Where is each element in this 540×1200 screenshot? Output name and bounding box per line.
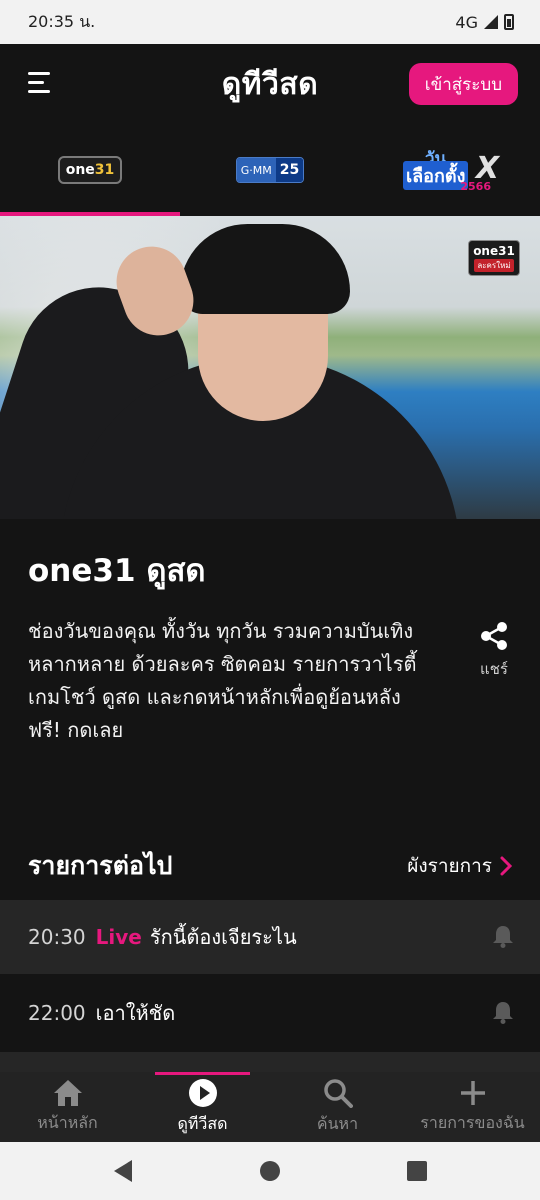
tab-channel-election[interactable]: วัน เลือกตั้ง X 2566 — [360, 124, 540, 216]
program-title: เอาให้ชัด — [95, 1001, 176, 1025]
upcoming-header: รายการต่อไป ผังรายการ — [0, 846, 540, 886]
bell-icon[interactable] — [492, 924, 514, 948]
live-video-player[interactable]: one31 ละครใหม่ — [0, 216, 540, 519]
one31-logo-icon: one 31 — [58, 156, 122, 184]
status-time: 20:35 น. — [28, 11, 96, 31]
gmm25-logo-icon: G·MM 25 — [235, 157, 305, 183]
share-icon — [481, 622, 507, 650]
program-time: 20:30 — [28, 925, 86, 949]
login-button[interactable]: เข้าสู่ระบบ — [408, 63, 518, 105]
menu-icon — [28, 72, 50, 75]
nav-live-tv[interactable]: ดูทีวีสด — [135, 1072, 270, 1142]
live-badge: Live — [95, 925, 142, 949]
channel-info: one31 ดูสด ช่องวันของคุณ ทั้งวัน ทุกวัน … — [0, 519, 540, 747]
bottom-navigation: หน้าหลัก ดูทีวีสด ค้นหา รายการของฉัน — [0, 1072, 540, 1142]
tab-channel-gmm25[interactable]: G·MM 25 — [180, 124, 360, 216]
chevron-right-icon — [500, 856, 512, 876]
nav-my-list[interactable]: รายการของฉัน — [405, 1072, 540, 1142]
upcoming-title: รายการต่อไป — [28, 851, 173, 880]
channel-description: ช่องวันของคุณ ทั้งวัน ทุกวัน รวมความบันเ… — [28, 619, 417, 742]
system-navigation — [0, 1142, 540, 1200]
channel-name: one31 ดูสด — [28, 553, 206, 589]
program-row[interactable] — [0, 1052, 540, 1072]
bell-icon[interactable] — [492, 1000, 514, 1024]
home-icon — [53, 1079, 82, 1106]
program-row[interactable]: 20:30 Live รักนี้ต้องเจียระไน — [0, 900, 540, 974]
plus-icon — [460, 1080, 485, 1105]
channel-watermark: one31 ละครใหม่ — [468, 240, 520, 276]
recents-icon[interactable] — [406, 1160, 428, 1182]
signal-icon — [484, 15, 498, 29]
schedule-link[interactable]: ผังรายการ — [407, 851, 512, 881]
menu-button[interactable] — [28, 72, 52, 94]
play-circle-icon — [188, 1078, 217, 1107]
network-type: 4G — [455, 12, 478, 32]
share-label: แชร์ — [480, 660, 508, 678]
program-time: 22:00 — [28, 1001, 86, 1025]
program-row[interactable]: 22:00 เอาให้ชัด — [0, 976, 540, 1050]
battery-icon — [504, 14, 514, 30]
tab-channel-one31[interactable]: one 31 — [0, 124, 180, 216]
nav-home[interactable]: หน้าหลัก — [0, 1072, 135, 1142]
search-icon — [323, 1078, 353, 1108]
channel-tabs: one 31 G·MM 25 วัน เลือกตั้ง X 2566 — [0, 124, 540, 216]
election-logo-icon: วัน เลือกตั้ง X 2566 — [395, 145, 505, 195]
status-icons: 4G — [455, 13, 514, 32]
nav-search[interactable]: ค้นหา — [270, 1072, 405, 1142]
share-button[interactable]: แชร์ — [476, 621, 512, 681]
back-icon[interactable] — [112, 1159, 134, 1183]
home-circle-icon[interactable] — [259, 1160, 281, 1182]
app-header: ดูทีวีสด เข้าสู่ระบบ — [0, 44, 540, 124]
program-title: รักนี้ต้องเจียระไน — [149, 925, 297, 949]
status-bar: 20:35 น. 4G — [0, 0, 540, 44]
page-title: ดูทีวีสด — [221, 66, 319, 102]
